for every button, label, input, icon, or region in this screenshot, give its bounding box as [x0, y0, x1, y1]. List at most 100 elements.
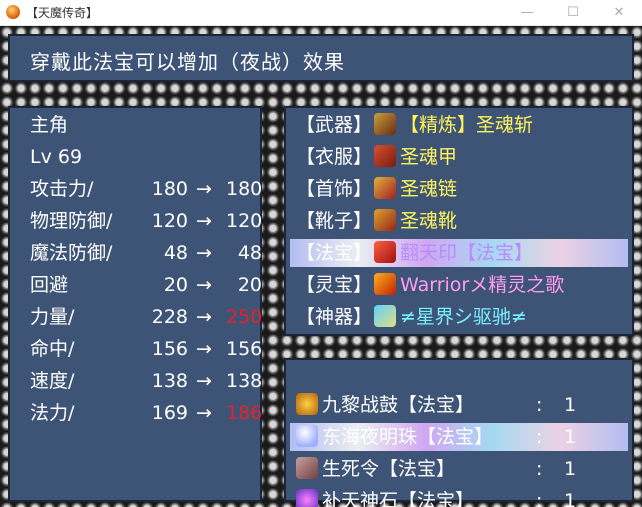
- equipment-slot-label: 【神器】: [296, 306, 373, 328]
- inventory-window: 九黎战鼓【法宝】:1 东海夜明珠【法宝】:1 生死令【法宝】:1 补天神石【法宝】:1: [284, 358, 634, 507]
- equipment-item-name: 圣魂甲: [400, 146, 458, 168]
- inventory-item-count: 1: [564, 458, 577, 480]
- window-titlebar: 【天魔传奇】 — ☐ ✕: [0, 0, 642, 26]
- arrow-right-icon: →: [196, 370, 212, 392]
- inventory-item-row[interactable]: 补天神石【法宝】: 1: [296, 486, 626, 507]
- stat-label: 魔法防御/: [30, 242, 113, 264]
- armor-icon: [374, 145, 397, 167]
- sword-icon: [374, 113, 397, 135]
- stat-row: 魔法防御/48 → 48: [30, 238, 270, 268]
- equipment-slot-row[interactable]: 【神器】 ≠星界シ驱驰≠: [296, 302, 626, 332]
- equipment-item-name: 【精炼】圣魂斩: [400, 114, 534, 136]
- stat-old-value: 48: [163, 242, 188, 264]
- stat-row: 速度/138 → 138: [30, 366, 270, 396]
- arrow-right-icon: →: [196, 306, 212, 328]
- minimize-icon[interactable]: —: [504, 0, 550, 25]
- inventory-colon: :: [536, 426, 543, 448]
- equipment-slot-label: 【灵宝】: [296, 274, 373, 296]
- window-title: 【天魔传奇】: [26, 6, 99, 20]
- equipment-slot-label: 【衣服】: [296, 146, 373, 168]
- equipment-slot-label: 【武器】: [296, 114, 373, 136]
- inventory-item-count: 1: [564, 426, 577, 448]
- stat-new-value: 48: [237, 242, 262, 264]
- equipment-window: 【武器】 【精炼】圣魂斩【衣服】 圣魂甲【首饰】 圣魂链【靴子】 圣魂靴【法宝】 翻天印【…: [284, 106, 634, 336]
- stat-new-value: 20: [237, 274, 262, 296]
- drum-icon: [296, 393, 318, 415]
- stone-icon: [296, 489, 318, 507]
- equipment-slot-label: 【法宝】: [296, 242, 373, 264]
- artifact-icon: [374, 305, 397, 327]
- stat-new-value: 120: [226, 210, 263, 232]
- equipment-slot-row[interactable]: 【灵宝】 Warriorメ精灵之歌: [296, 270, 626, 300]
- inventory-item-name: 补天神石【法宝】: [322, 490, 475, 507]
- stat-new-value: 250: [226, 306, 263, 328]
- inventory-item-row[interactable]: 东海夜明珠【法宝】:1: [296, 422, 626, 452]
- stat-new-value: 156: [226, 338, 263, 360]
- boots-icon: [374, 209, 397, 231]
- close-icon[interactable]: ✕: [596, 0, 642, 25]
- equipment-item-name: Warriorメ精灵之歌: [400, 274, 565, 296]
- inventory-item-row[interactable]: 九黎战鼓【法宝】:1: [296, 390, 626, 420]
- equipment-item-name: 圣魂靴: [400, 210, 458, 232]
- token-icon: [296, 457, 318, 479]
- inventory-item-count: 1: [564, 394, 577, 416]
- stat-new-value: 180: [226, 178, 263, 200]
- necklace-icon: [374, 177, 397, 199]
- stat-label: 速度/: [30, 370, 75, 392]
- arrow-right-icon: →: [196, 338, 212, 360]
- equipment-item-name: 翻天印【法宝】: [400, 242, 534, 264]
- stat-new-value: 186: [226, 402, 263, 424]
- stat-label: 回避: [30, 274, 69, 296]
- pearl-icon: [296, 425, 318, 447]
- stat-row: 法力/169 → 186: [30, 398, 270, 428]
- stat-row: 力量/228 → 250: [30, 302, 270, 332]
- app-icon: [6, 5, 20, 19]
- equipment-slot-label: 【首饰】: [296, 178, 373, 200]
- stat-new-value: 138: [226, 370, 263, 392]
- stat-label: 攻击力/: [30, 178, 94, 200]
- inventory-item-row[interactable]: 生死令【法宝】:1: [296, 454, 626, 484]
- inventory-colon: :: [536, 458, 543, 480]
- stat-old-value: 20: [163, 274, 188, 296]
- equipment-slot-label: 【靴子】: [296, 210, 373, 232]
- stat-old-value: 156: [151, 338, 188, 360]
- character-name: 主角: [30, 114, 69, 136]
- stat-label: 力量/: [30, 306, 75, 328]
- arrow-right-icon: →: [196, 242, 212, 264]
- arrow-right-icon: →: [196, 402, 212, 424]
- equipment-slot-row[interactable]: 【衣服】 圣魂甲: [296, 142, 626, 172]
- character-level: Lv 69: [30, 146, 83, 168]
- equipment-slot-row[interactable]: 【武器】 【精炼】圣魂斩: [296, 110, 626, 140]
- equipment-slot-row[interactable]: 【首饰】 圣魂链: [296, 174, 626, 204]
- stat-row: 物理防御/120 → 120: [30, 206, 270, 236]
- stat-label: 法力/: [30, 402, 75, 424]
- inventory-colon: :: [536, 394, 543, 416]
- maximize-icon[interactable]: ☐: [550, 0, 596, 25]
- inventory-item-count: 1: [564, 490, 577, 507]
- arrow-right-icon: →: [196, 210, 212, 232]
- equipment-item-name: 圣魂链: [400, 178, 458, 200]
- equipment-slot-row[interactable]: 【靴子】 圣魂靴: [296, 206, 626, 236]
- stat-old-value: 228: [151, 306, 188, 328]
- stat-row: 命中/156 → 156: [30, 334, 270, 364]
- game-screen: 穿戴此法宝可以增加（夜战）效果 主角 Lv 69 攻击力/180 → 180 物理防御…: [0, 26, 642, 507]
- status-window: 主角 Lv 69 攻击力/180 → 180 物理防御/120 → 120 魔法防御/48 →…: [8, 106, 262, 502]
- equipment-item-name: ≠星界シ驱驰≠: [400, 306, 527, 328]
- spirit-icon: [374, 273, 397, 295]
- arrow-right-icon: →: [196, 274, 212, 296]
- help-text: 穿戴此法宝可以增加（夜战）效果: [30, 50, 345, 74]
- stat-old-value: 138: [151, 370, 188, 392]
- help-window: 穿戴此法宝可以增加（夜战）效果: [8, 34, 634, 82]
- stat-label: 命中/: [30, 338, 75, 360]
- stat-old-value: 120: [151, 210, 188, 232]
- equipment-slot-row[interactable]: 【法宝】 翻天印【法宝】: [296, 238, 626, 268]
- stat-row: 攻击力/180 → 180: [30, 174, 270, 204]
- treasure-icon: [374, 241, 397, 263]
- inventory-item-name: 生死令【法宝】: [322, 458, 456, 480]
- inventory-item-name: 九黎战鼓【法宝】: [322, 394, 475, 416]
- inventory-item-name: 东海夜明珠【法宝】: [322, 426, 494, 448]
- arrow-right-icon: →: [196, 178, 212, 200]
- stat-old-value: 169: [151, 402, 188, 424]
- inventory-colon: :: [536, 490, 543, 507]
- stat-label: 物理防御/: [30, 210, 113, 232]
